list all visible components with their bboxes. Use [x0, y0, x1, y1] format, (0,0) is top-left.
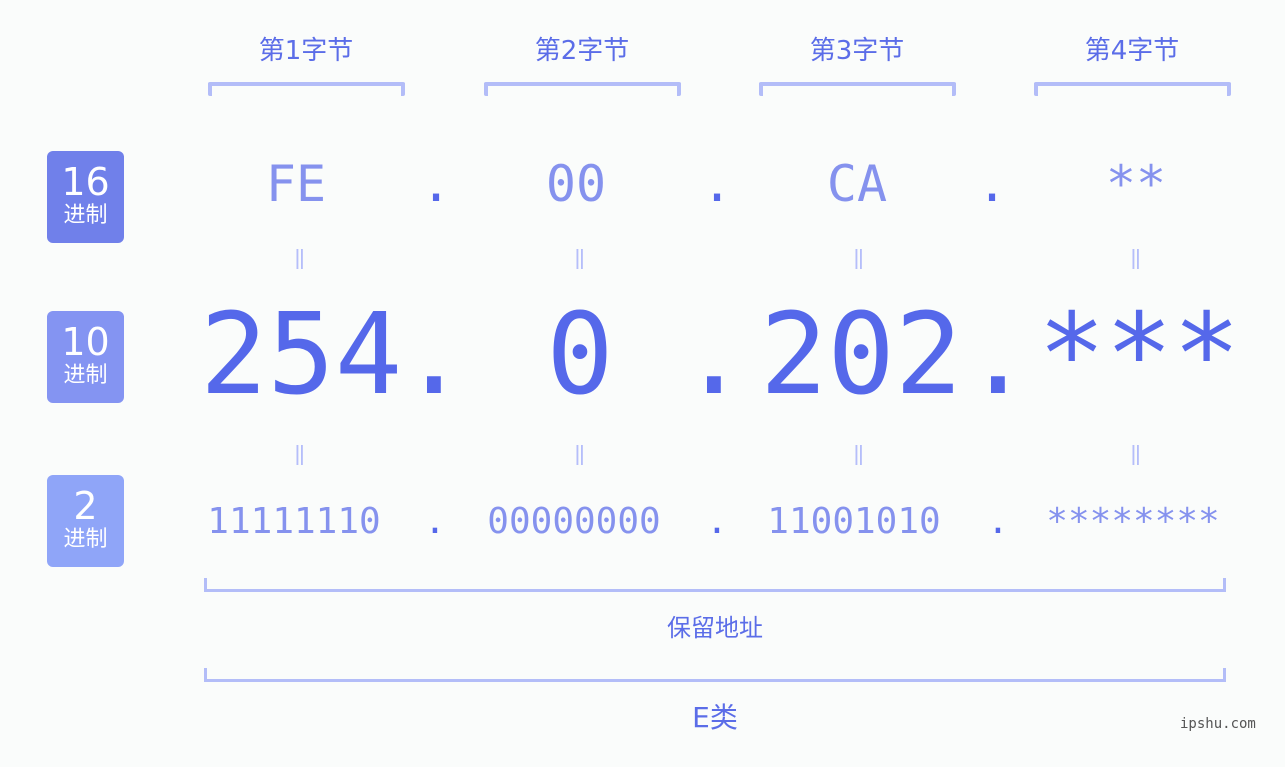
hex-badge: 16 进制	[47, 151, 124, 243]
decimal-byte-1: 254	[200, 290, 403, 420]
hex-byte-2: 00	[545, 155, 607, 213]
equals-sign: =	[1122, 436, 1150, 474]
binary-byte-3: 11001010	[767, 501, 941, 542]
byte-label-3: 第3字节	[809, 36, 905, 66]
decimal-byte-2: 0	[546, 290, 614, 420]
byte-bracket-2	[484, 82, 681, 96]
equals-glyph: =	[845, 441, 873, 469]
equals-glyph: =	[566, 245, 594, 273]
byte-bracket-1	[208, 82, 405, 96]
binary-badge: 2 进制	[47, 475, 124, 567]
equals-glyph: =	[286, 245, 314, 273]
watermark: ipshu.com	[1180, 716, 1256, 732]
hex-badge-number: 16	[61, 160, 110, 204]
equals-sign: =	[566, 436, 594, 474]
address-type-label: 保留地址	[667, 614, 763, 642]
equals-glyph: =	[1122, 441, 1150, 469]
binary-separator-1: .	[424, 501, 446, 542]
binary-badge-unit: 进制	[63, 527, 108, 552]
address-class-bracket	[204, 668, 1226, 682]
decimal-separator-1: .	[400, 290, 468, 420]
equals-sign: =	[286, 436, 314, 474]
equals-glyph: =	[1122, 245, 1150, 273]
decimal-badge-number: 10	[61, 320, 110, 364]
equals-sign: =	[286, 240, 314, 278]
byte-label-4: 第4字节	[1084, 36, 1180, 66]
equals-glyph: =	[566, 441, 594, 469]
address-class-label: E类	[692, 701, 738, 734]
equals-glyph: =	[286, 441, 314, 469]
binary-separator-3: .	[987, 501, 1009, 542]
equals-sign: =	[566, 240, 594, 278]
binary-byte-2: 00000000	[487, 501, 661, 542]
binary-badge-number: 2	[73, 484, 98, 528]
byte-label-2: 第2字节	[534, 36, 630, 66]
binary-separator-2: .	[706, 501, 728, 542]
decimal-byte-3: 202	[760, 290, 963, 420]
byte-label-1: 第1字节	[258, 36, 354, 66]
decimal-byte-4: ***	[1038, 290, 1241, 420]
hex-badge-unit: 进制	[63, 203, 108, 228]
address-type-bracket	[204, 578, 1226, 592]
binary-byte-4: ********	[1046, 501, 1220, 542]
equals-sign: =	[1122, 240, 1150, 278]
decimal-badge: 10 进制	[47, 311, 124, 403]
equals-glyph: =	[845, 245, 873, 273]
hex-byte-1: FE	[265, 155, 327, 213]
decimal-separator-2: .	[680, 290, 748, 420]
decimal-separator-3: .	[964, 290, 1032, 420]
byte-bracket-4	[1034, 82, 1231, 96]
byte-bracket-3	[759, 82, 956, 96]
hex-separator-2: .	[702, 155, 733, 213]
hex-separator-1: .	[421, 155, 452, 213]
hex-separator-3: .	[977, 155, 1008, 213]
binary-byte-1: 11111110	[207, 501, 381, 542]
equals-sign: =	[845, 240, 873, 278]
equals-sign: =	[845, 436, 873, 474]
hex-byte-3: CA	[826, 155, 888, 213]
hex-byte-4: **	[1105, 155, 1167, 213]
decimal-badge-unit: 进制	[63, 363, 108, 388]
